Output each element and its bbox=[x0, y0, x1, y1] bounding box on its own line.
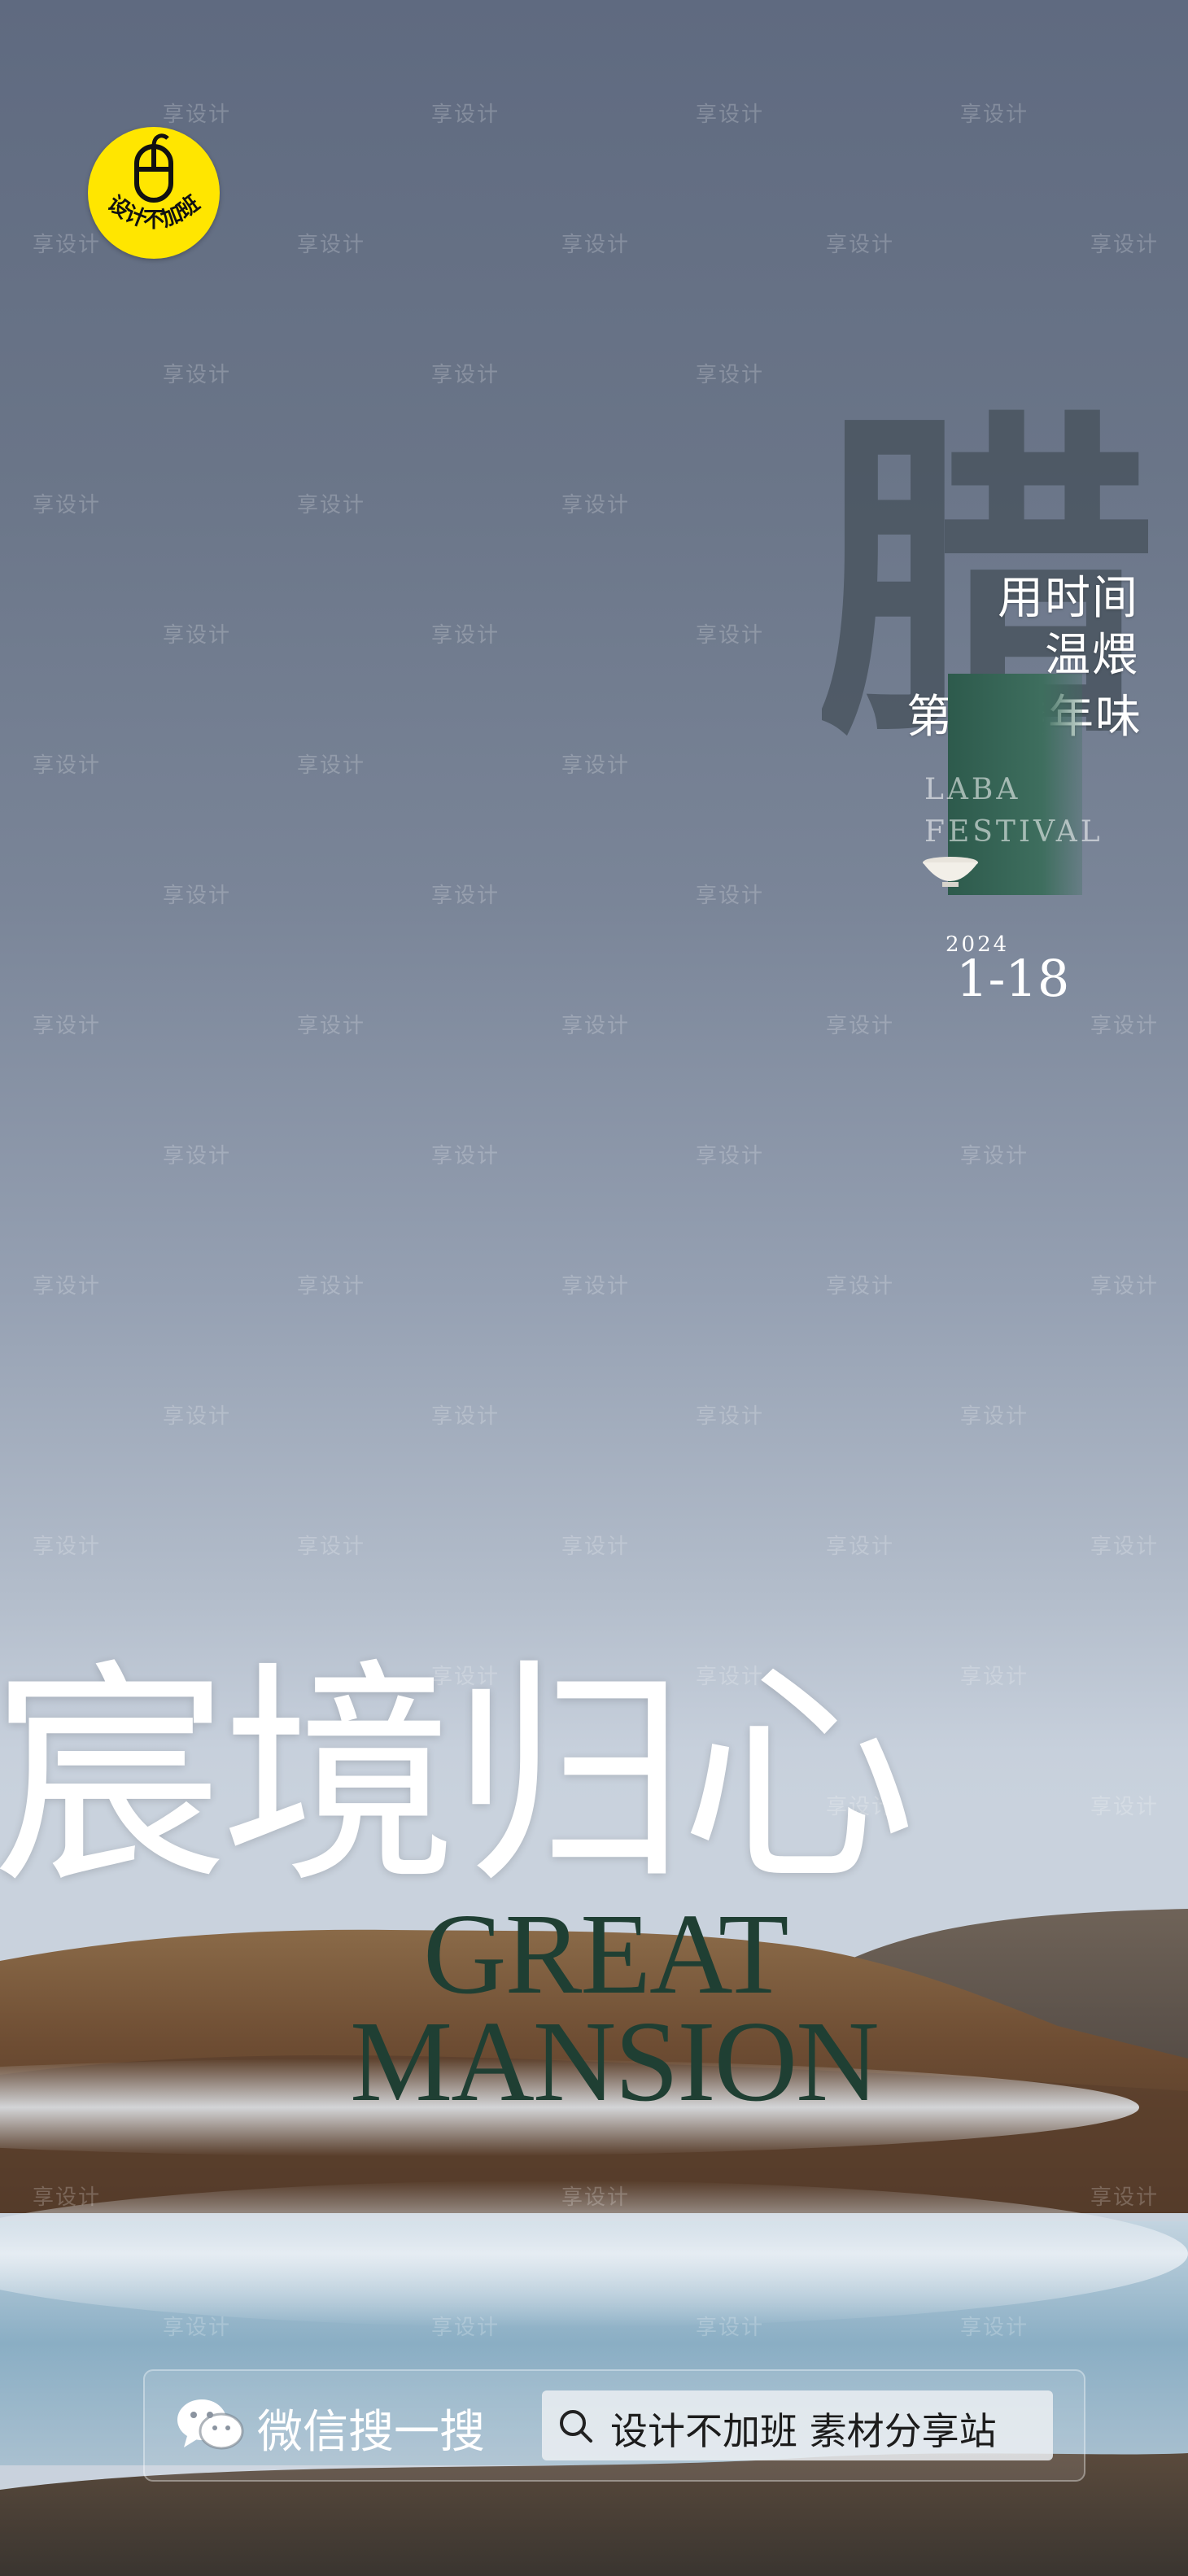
mouse-icon: 设计不加班 bbox=[103, 133, 205, 233]
watermark: 享设计 bbox=[163, 363, 232, 387]
watermark: 享设计 bbox=[297, 233, 366, 257]
watermark: 享设计 bbox=[826, 233, 895, 257]
watermark: 享设计 bbox=[561, 493, 631, 517]
english-line-1: GREAT bbox=[423, 1889, 789, 2018]
watermark: 享设计 bbox=[696, 103, 765, 127]
watermark: 享设计 bbox=[297, 1274, 366, 1299]
watermark: 享设计 bbox=[431, 623, 500, 648]
watermark: 享设计 bbox=[163, 103, 232, 127]
watermark: 享设计 bbox=[297, 753, 366, 778]
wechat-search-banner[interactable]: 微信搜一搜 设计不加班 素材分享站 bbox=[143, 2369, 1085, 2482]
watermark: 享设计 bbox=[297, 1535, 366, 1559]
watermark: 享设计 bbox=[297, 493, 366, 517]
watermark: 享设计 bbox=[33, 753, 102, 778]
watermark: 享设计 bbox=[431, 363, 500, 387]
watermark: 享设计 bbox=[561, 1014, 631, 1038]
watermark: 享设计 bbox=[826, 1535, 895, 1559]
watermark: 享设计 bbox=[561, 233, 631, 257]
watermark: 享设计 bbox=[1090, 1014, 1160, 1038]
watermark: 享设计 bbox=[431, 1144, 500, 1168]
date-day: 1-18 bbox=[956, 949, 1070, 1008]
svg-text:设计不加班: 设计不加班 bbox=[103, 191, 205, 233]
watermark: 享设计 bbox=[561, 753, 631, 778]
watermark: 享设计 bbox=[960, 103, 1029, 127]
logo-text: 设计不加班 bbox=[103, 191, 205, 233]
watermark: 享设计 bbox=[1090, 1795, 1160, 1819]
wechat-search-label: 微信搜一搜 bbox=[257, 2406, 485, 2459]
watermark: 享设计 bbox=[33, 1535, 102, 1559]
watermark: 享设计 bbox=[960, 1404, 1029, 1429]
watermark: 享设计 bbox=[33, 493, 102, 517]
watermark: 享设计 bbox=[1090, 1274, 1160, 1299]
festival-text-1: LABA bbox=[924, 773, 1021, 806]
watermark: 享设计 bbox=[163, 1144, 232, 1168]
watermark: 享设计 bbox=[960, 1144, 1029, 1168]
watermark: 享设计 bbox=[561, 1535, 631, 1559]
watermark: 享设计 bbox=[33, 1014, 102, 1038]
watermark: 享设计 bbox=[696, 363, 765, 387]
watermark: 享设计 bbox=[163, 884, 232, 908]
watermark: 享设计 bbox=[33, 1274, 102, 1299]
brand-logo: 设计不加班 bbox=[88, 127, 220, 259]
search-box[interactable]: 设计不加班 素材分享站 bbox=[542, 2390, 1053, 2460]
watermark: 享设计 bbox=[297, 1014, 366, 1038]
headline: 宸境归心 bbox=[0, 1640, 916, 1915]
watermark: 享设计 bbox=[163, 1404, 232, 1429]
watermark: 享设计 bbox=[561, 1274, 631, 1299]
watermark: 享设计 bbox=[826, 1274, 895, 1299]
watermark: 享设计 bbox=[1090, 1535, 1160, 1559]
watermark: 享设计 bbox=[431, 884, 500, 908]
watermark: 享设计 bbox=[696, 1144, 765, 1168]
search-query: 设计不加班 素材分享站 bbox=[610, 2409, 997, 2453]
tagline-line-1: 用时间 bbox=[998, 572, 1139, 625]
watermark: 享设计 bbox=[696, 884, 765, 908]
poster: 享设计 享设计 享设计 享设计 享设计 享设计 享设计 享设计 享设计 享设计 … bbox=[0, 0, 1188, 2576]
festival-text-2: FESTIVAL bbox=[924, 815, 1103, 849]
watermark: 享设计 bbox=[960, 1665, 1029, 1689]
watermark: 享设计 bbox=[431, 1404, 500, 1429]
english-line-2: MANSION bbox=[350, 1997, 880, 2125]
bowl-icon bbox=[923, 857, 978, 887]
watermark: 享设计 bbox=[1090, 233, 1160, 257]
watermark: 享设计 bbox=[696, 1404, 765, 1429]
watermark: 享设计 bbox=[696, 623, 765, 648]
watermark: 享设计 bbox=[163, 623, 232, 648]
wechat-icon bbox=[177, 2399, 244, 2450]
watermark: 享设计 bbox=[826, 1014, 895, 1038]
search-icon bbox=[560, 2410, 592, 2443]
watermark: 享设计 bbox=[431, 103, 500, 127]
